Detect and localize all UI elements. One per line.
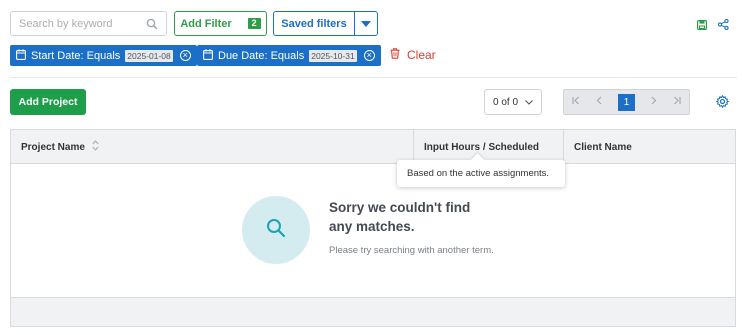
calendar-icon <box>203 48 213 63</box>
column-header-input-hours[interactable]: Input Hours / Scheduled <box>413 130 563 164</box>
table-footer <box>11 297 735 326</box>
filter-count-badge: 2 <box>247 18 261 29</box>
filter-chip-due-date[interactable]: Due Date: Equals 2025-10-31 × <box>197 45 381 66</box>
empty-state-icon-circle <box>242 196 310 264</box>
table-header: Project Name Input Hours / Scheduled Cli… <box>11 130 735 164</box>
sort-icon[interactable] <box>92 140 99 154</box>
search-input[interactable] <box>11 12 141 35</box>
pagination: 1 <box>563 89 690 115</box>
chevron-down-icon <box>525 97 533 108</box>
column-header-project-name[interactable]: Project Name <box>11 130 413 164</box>
empty-state-subtitle: Please try searching with another term. <box>329 245 494 256</box>
add-filter-label: Add Filter <box>180 17 232 30</box>
saved-filters-dropdown[interactable]: Saved filters <box>273 11 378 36</box>
first-page-icon[interactable] <box>572 96 581 108</box>
prev-page-icon[interactable] <box>595 96 604 108</box>
next-page-icon[interactable] <box>649 96 658 108</box>
clear-label: Clear <box>407 48 436 62</box>
column-header-label: Input Hours / Scheduled <box>424 141 540 153</box>
column-header-label: Client Name <box>574 141 632 153</box>
save-icon[interactable] <box>697 17 708 35</box>
chevron-down-icon[interactable] <box>355 12 377 35</box>
add-filter-button[interactable]: Add Filter 2 <box>174 11 267 36</box>
gear-icon[interactable] <box>715 94 730 113</box>
divider <box>10 77 737 78</box>
search-icon[interactable] <box>146 17 158 35</box>
last-page-icon[interactable] <box>672 96 681 108</box>
filter-chip-label: Due Date: Equals <box>218 49 305 62</box>
filter-chip-start-date[interactable]: Start Date: Equals 2025-01-08 × <box>10 45 197 66</box>
filter-chip-value: 2025-10-31 <box>309 49 357 62</box>
close-circle-icon[interactable]: × <box>179 50 191 61</box>
column-header-label: Project Name <box>21 141 85 153</box>
close-circle-icon[interactable]: × <box>363 50 375 61</box>
clear-filters-button[interactable]: Clear <box>390 48 436 62</box>
column-header-client-name[interactable]: Client Name <box>563 130 735 164</box>
page-count-label: 0 of 0 <box>492 96 519 108</box>
page-count-dropdown[interactable]: 0 of 0 <box>484 89 542 115</box>
calendar-icon <box>16 48 26 63</box>
search-box[interactable] <box>10 11 167 36</box>
column-tooltip: Based on the active assignments. <box>397 160 565 187</box>
search-icon <box>265 217 287 244</box>
empty-state-title: Sorry we couldn't find any matches. <box>329 200 471 234</box>
share-icon[interactable] <box>717 17 729 35</box>
current-page-button[interactable]: 1 <box>618 93 635 111</box>
filter-chip-value: 2025-01-08 <box>125 49 173 62</box>
trash-icon <box>390 48 400 62</box>
filter-chip-label: Start Date: Equals <box>31 49 121 62</box>
saved-filters-button[interactable]: Saved filters <box>274 12 355 35</box>
add-project-button[interactable]: Add Project <box>10 89 86 115</box>
